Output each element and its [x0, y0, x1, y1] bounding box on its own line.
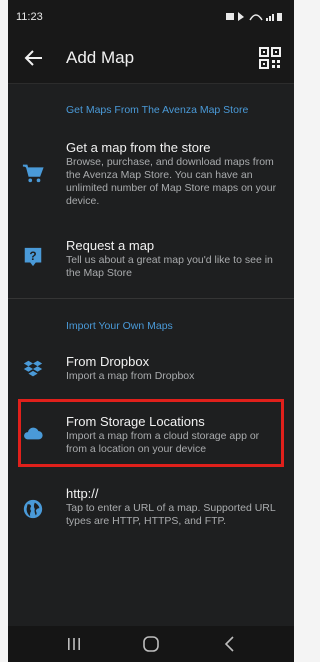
- recents-icon[interactable]: [64, 634, 84, 654]
- system-nav-bar: [8, 626, 294, 662]
- from-dropbox-item[interactable]: From Dropbox Import a map from Dropbox: [8, 352, 294, 388]
- status-time: 11:23: [16, 11, 43, 23]
- status-bar: 11:23: [8, 0, 294, 34]
- item-description: Import a map from Dropbox: [66, 370, 195, 382]
- http-url-item[interactable]: http:// Tap to enter a URL of a map. Sup…: [8, 484, 294, 532]
- item-description: Browse, purchase, and download maps from…: [66, 156, 277, 207]
- get-map-from-store-item[interactable]: Get a map from the store Browse, purchas…: [8, 136, 294, 212]
- home-icon[interactable]: [141, 634, 161, 654]
- page-title: Add Map: [66, 48, 135, 67]
- item-title: From Dropbox: [66, 354, 150, 369]
- store-section-header: Get Maps From The Avenza Map Store: [66, 104, 249, 116]
- svg-text:?: ?: [29, 249, 36, 263]
- own-maps-section-header: Import Your Own Maps: [66, 320, 173, 332]
- highlight-box: [18, 399, 284, 467]
- back-nav-icon[interactable]: [220, 634, 240, 654]
- back-arrow-icon[interactable]: [22, 46, 46, 70]
- app-bar: Add Map: [8, 34, 294, 84]
- item-title: Request a map: [66, 238, 155, 253]
- request-map-item[interactable]: ? Request a map Tell us about a great ma…: [8, 236, 294, 284]
- item-description: Tap to enter a URL of a map. Supported U…: [66, 502, 276, 527]
- globe-icon: [23, 499, 43, 519]
- item-title: http://: [66, 486, 99, 501]
- phone-screen: 11:23 Add Map Get Maps From The Avenza M…: [8, 0, 294, 662]
- section-divider: [8, 298, 294, 299]
- item-title: Get a map from the store: [66, 140, 211, 155]
- question-icon: ?: [24, 247, 42, 267]
- cart-icon: [22, 164, 44, 183]
- qr-code-icon[interactable]: [258, 46, 282, 70]
- dropbox-icon: [23, 360, 43, 377]
- item-description: Tell us about a great map you'd like to …: [66, 254, 273, 279]
- status-icons: [226, 11, 284, 25]
